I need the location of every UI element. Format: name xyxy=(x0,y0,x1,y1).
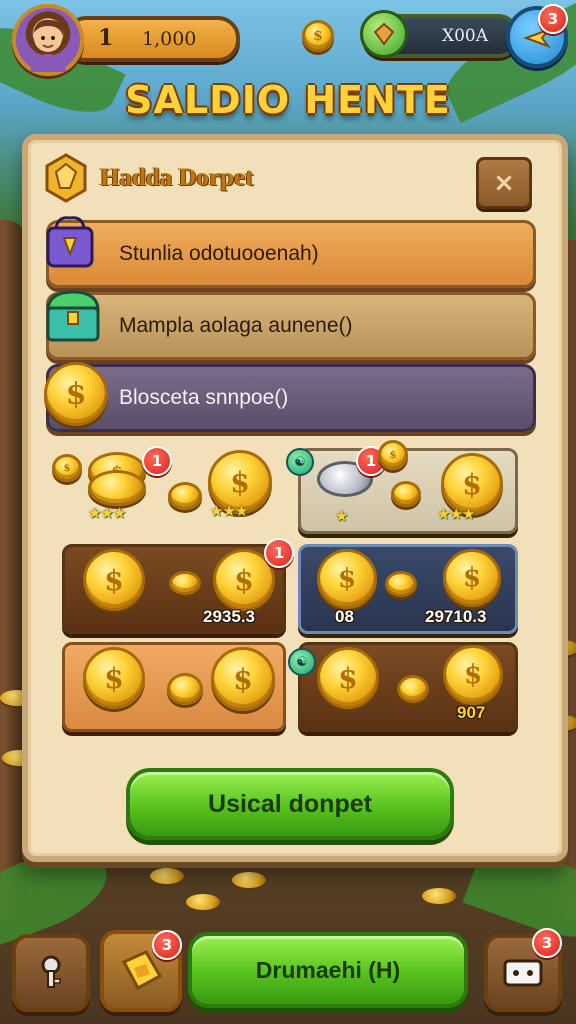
chest-badge: 3 xyxy=(152,930,182,960)
offer-card-4[interactable]: $ $ 08 29710.3 xyxy=(298,544,518,634)
small-coin-icon xyxy=(167,673,203,705)
page-title: SALDIO HENTE xyxy=(125,78,451,122)
player-avatar[interactable] xyxy=(12,4,84,76)
close-button[interactable]: × xyxy=(476,157,532,209)
shop-badge: 3 xyxy=(532,928,562,958)
offer-stars: ★★★ xyxy=(88,504,126,522)
purple-bag-icon xyxy=(42,214,100,272)
map-button[interactable] xyxy=(12,934,90,1012)
offer-stars-2: ★★★ xyxy=(210,502,248,520)
offer-badge: 1 xyxy=(264,538,294,568)
big-coin-icon: $ xyxy=(211,647,275,711)
panel-header: Hadda Dorpet xyxy=(45,152,526,212)
ground-coin xyxy=(186,894,220,910)
big-coin-icon: $ xyxy=(317,647,379,709)
offer-card-6[interactable]: $ $ 907 xyxy=(298,642,518,732)
offer-amount: 2935.3 xyxy=(203,607,255,626)
offer-card-2[interactable]: $ ★ ★★★ xyxy=(298,448,518,534)
gold-amount: 1,000 xyxy=(142,28,197,50)
option-row-1[interactable]: Stunlia odotuooenah) xyxy=(46,220,536,288)
small-coin-icon xyxy=(385,571,417,597)
ticket-icon xyxy=(503,959,543,987)
offer-stars-2: ★★★ xyxy=(437,505,475,523)
main-action-button[interactable]: Drumaehi (H) xyxy=(188,932,468,1008)
ground-coin xyxy=(232,872,266,888)
option-row-2[interactable]: Mampla aolaga aunene() xyxy=(46,292,536,360)
green-badge-icon: ☯ xyxy=(288,648,316,676)
offer-card-3[interactable]: $ $ 2935.3 xyxy=(62,544,286,634)
offer-card-5[interactable]: $ $ xyxy=(62,642,286,732)
green-chest-icon xyxy=(42,286,104,346)
panel-title: Hadda Dorpet xyxy=(100,164,254,191)
small-coin-icon: $ xyxy=(378,440,408,470)
main-action-label: Drumaehi (H) xyxy=(255,956,401,983)
dollar-coin-icon: $ xyxy=(44,362,108,426)
small-coin-icon[interactable]: $ xyxy=(302,20,334,52)
avatar-face-icon xyxy=(30,19,66,72)
small-coin-icon: $ xyxy=(52,454,82,482)
key-icon xyxy=(41,955,61,988)
level-gold-bar: 1 1,000 xyxy=(64,16,240,62)
offer-amount: 08 xyxy=(335,607,354,626)
option-row-label: Stunlia odotuooenah) xyxy=(119,242,319,265)
coin-stack-icon xyxy=(88,470,146,506)
notification-badge: 3 xyxy=(538,4,568,34)
offer-amount: 907 xyxy=(457,703,486,722)
level-number: 1 xyxy=(98,25,114,51)
gold-emblem-icon xyxy=(45,153,87,203)
offer-amount-2: 29710.3 xyxy=(425,607,487,626)
small-coin-icon xyxy=(169,571,201,595)
big-coin-icon: $ xyxy=(443,549,501,607)
gem-amount: X00A xyxy=(442,26,489,46)
small-coin-icon xyxy=(168,482,202,510)
option-row-label: Blosceta snnpoe() xyxy=(119,386,289,409)
option-row-3[interactable]: Blosceta snnpoe() xyxy=(46,364,536,432)
close-icon: × xyxy=(493,168,515,198)
small-coin-icon xyxy=(391,481,421,507)
big-coin-icon: $ xyxy=(83,549,145,611)
option-row-label: Mampla aolaga aunene() xyxy=(119,314,353,337)
deposit-cta-button[interactable]: Usical donpet xyxy=(126,768,454,840)
offer-stars: ★ xyxy=(335,507,348,525)
ground-coin xyxy=(422,888,456,904)
offer-badge: 1 xyxy=(142,446,172,476)
gem-icon xyxy=(360,10,408,58)
big-coin-icon: $ xyxy=(83,647,145,709)
deposit-cta-label: Usical donpet xyxy=(208,789,372,818)
big-coin-icon: $ xyxy=(317,549,377,609)
big-coin-icon: $ xyxy=(443,645,503,705)
small-coin-icon xyxy=(397,675,429,703)
ground-coin xyxy=(150,868,184,884)
green-badge-icon: ☯ xyxy=(286,448,314,476)
